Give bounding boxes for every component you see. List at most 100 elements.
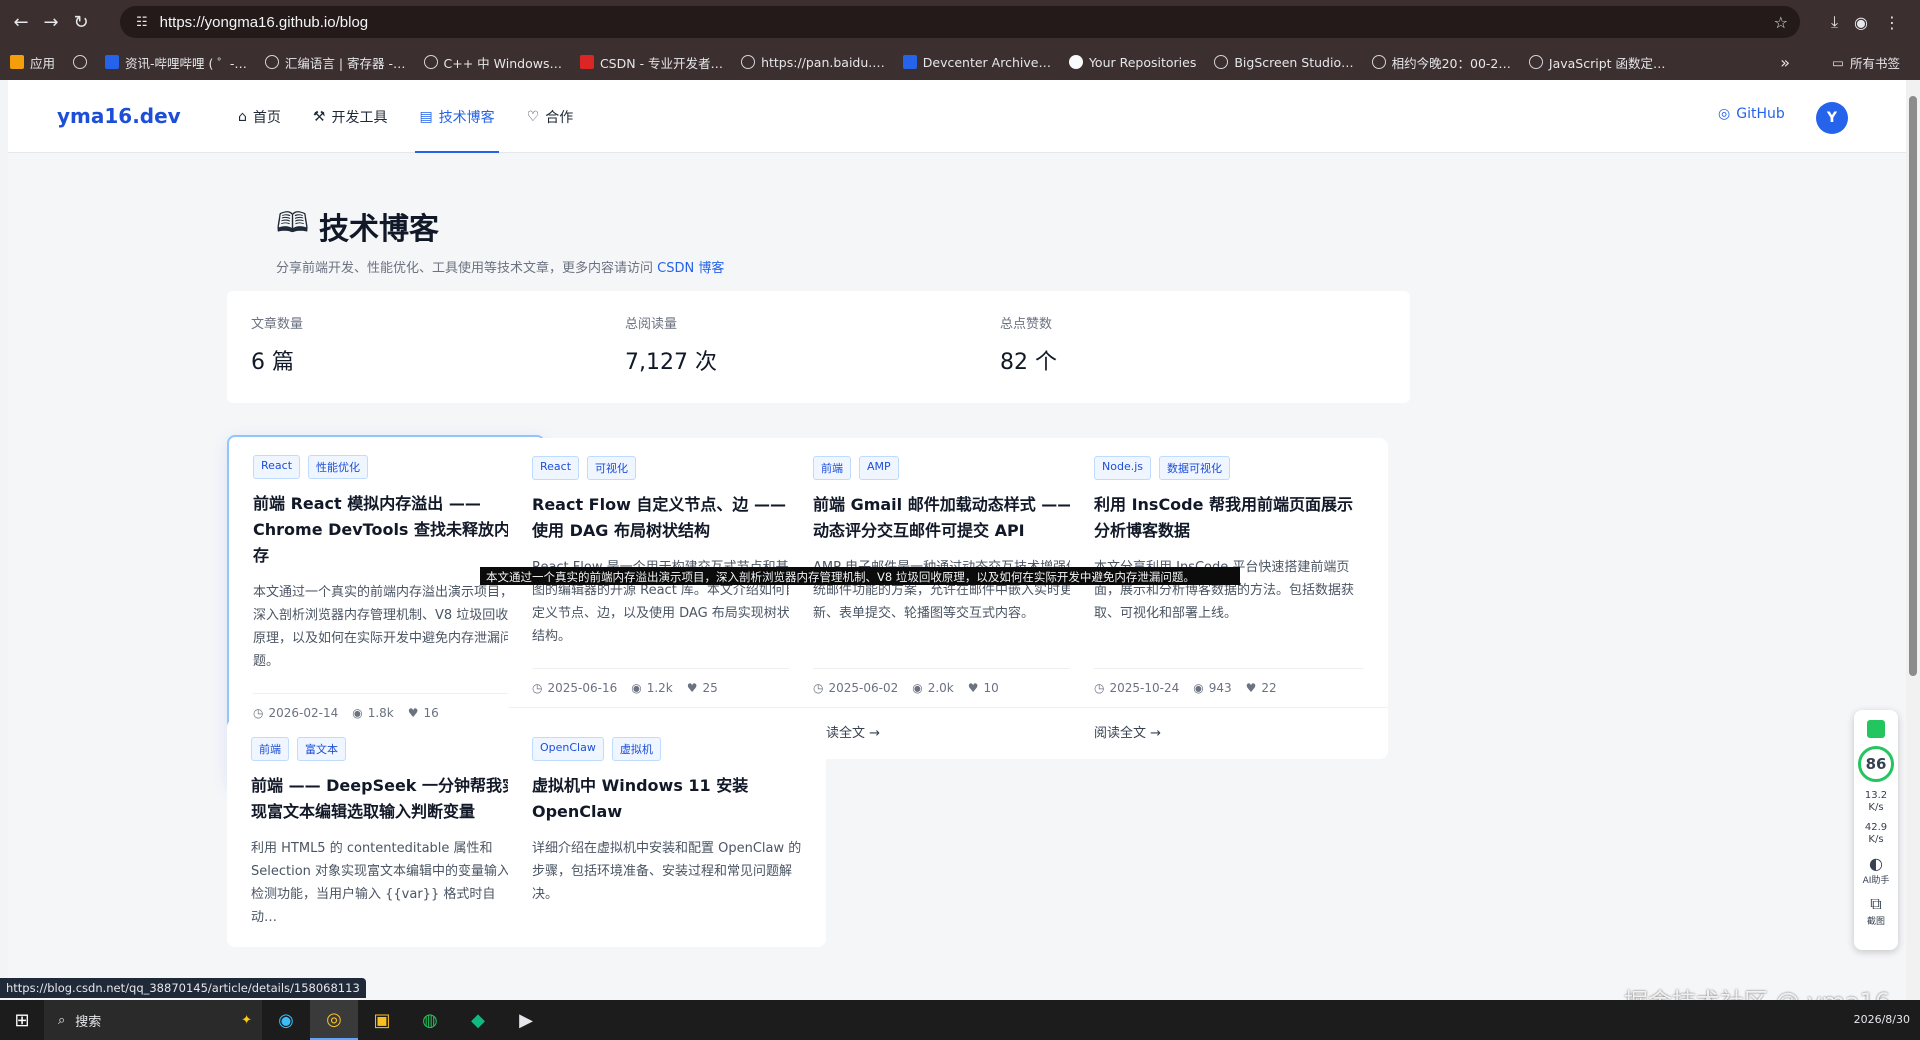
- github-link[interactable]: ◎ GitHub: [1718, 106, 1785, 122]
- tag-list: Node.js 数据可视化: [1094, 456, 1364, 480]
- bookmark-item[interactable]: 相约今晚20：00-2…: [1371, 53, 1511, 72]
- nav-item[interactable]: ⌂ 首页: [222, 80, 297, 153]
- reload-icon[interactable]: ↻: [66, 7, 96, 37]
- tag-list: React 性能优化: [253, 455, 519, 479]
- bookmark-item[interactable]: https://pan.baidu.…: [741, 55, 885, 70]
- forward-icon[interactable]: →: [36, 7, 66, 37]
- address-bar[interactable]: ☷ https://yongma16.github.io/blog ☆: [120, 6, 1800, 38]
- green-app-icon[interactable]: ◆: [454, 1000, 502, 1040]
- profile-icon[interactable]: ◉: [1854, 13, 1868, 32]
- chrome-icon[interactable]: ◎: [310, 1000, 358, 1040]
- tag[interactable]: 数据可视化: [1159, 456, 1230, 480]
- edge-icon[interactable]: ◉: [262, 1000, 310, 1040]
- download-speed: 42.9 K/s: [1864, 822, 1888, 845]
- clock-date[interactable]: 2026/8/30: [1854, 1013, 1910, 1027]
- bookmark-star-icon[interactable]: ☆: [1774, 13, 1788, 32]
- sparkle-icon: ✦: [241, 1012, 252, 1028]
- taskbar-search[interactable]: ⌕ 搜索 ✦: [44, 1000, 262, 1040]
- tag-list: 前端 AMP: [813, 456, 1083, 480]
- bookmark-item[interactable]: CSDN - 专业开发者…: [579, 53, 723, 72]
- stat-label: 总阅读量: [625, 317, 678, 332]
- apps-grid-icon: [10, 55, 24, 69]
- views-meta: ◉ 1.8k: [352, 706, 394, 720]
- wechat-icon[interactable]: ◍: [406, 1000, 454, 1040]
- article-card[interactable]: 前端 AMP 前端 Gmail 邮件加载动态样式 —— 动态评分交互邮件可提交 AP…: [789, 438, 1107, 759]
- back-icon[interactable]: ←: [6, 7, 36, 37]
- article-description: 本文通过一个真实的前端内存溢出演示项目，深入剖析浏览器内存管理机制、V8 垃圾回…: [253, 585, 514, 669]
- avatar[interactable]: Y: [1816, 102, 1848, 134]
- all-bookmarks-button[interactable]: ▭ 所有书签: [1832, 53, 1900, 72]
- bookmark-item[interactable]: C++ 中 Windows…: [423, 53, 562, 72]
- nav-item[interactable]: ▤ 技术博客: [403, 80, 510, 153]
- bookmark-item[interactable]: JavaScript 函数定…: [1528, 53, 1666, 72]
- tag[interactable]: 前端: [251, 737, 289, 761]
- read-more-link[interactable]: 阅读全文 →: [1070, 707, 1388, 741]
- nav-item[interactable]: ⚒ 开发工具: [297, 80, 404, 153]
- bookmarks-more-button[interactable]: »: [1780, 53, 1790, 72]
- github-icon: ◎: [1718, 106, 1731, 122]
- menu-icon[interactable]: ⋮: [1884, 13, 1900, 32]
- terminal-app-icon[interactable]: ▶: [502, 1000, 550, 1040]
- tag[interactable]: Node.js: [1094, 456, 1151, 480]
- file-explorer-icon[interactable]: ▣: [358, 1000, 406, 1040]
- nav-label: 首页: [252, 109, 281, 126]
- score-ring: 86: [1858, 746, 1894, 782]
- windows-start-icon[interactable]: ⊞: [0, 1000, 44, 1040]
- bookmark-item[interactable]: 资讯-哔哩哔哩 ( ゜-…: [105, 53, 247, 72]
- tag[interactable]: 虚拟机: [611, 737, 661, 761]
- tag[interactable]: 前端: [813, 456, 851, 480]
- screenshot-button[interactable]: ⧉ 截图: [1867, 894, 1885, 927]
- bookmark-label: 应用: [30, 55, 56, 71]
- bookmark-item[interactable]: 汇编语言 | 寄存器 -…: [264, 53, 406, 72]
- page-scrollbar[interactable]: [1906, 80, 1920, 1000]
- globe-icon: [1371, 55, 1386, 69]
- clock-icon: ◷: [1094, 681, 1105, 695]
- article-card[interactable]: Node.js数据可视化利用 InsCode 帮我用前端页面展示分析博客数据本文…: [1070, 438, 1388, 759]
- globe-icon: [1214, 55, 1229, 69]
- tag[interactable]: 性能优化: [308, 455, 369, 479]
- article-title[interactable]: React Flow 自定义节点、边 —— 使用 DAG 布局树状结构: [532, 492, 802, 544]
- site-logo[interactable]: yma16.dev: [57, 104, 181, 128]
- clock-icon: ◷: [813, 681, 824, 695]
- tag[interactable]: 可视化: [587, 456, 637, 480]
- stat-card: 总点赞数 82 个: [976, 291, 1410, 403]
- article-card[interactable]: 前端 富文本前端 —— DeepSeek 一分钟帮我实现富文本编辑选取输入判断变量…: [227, 719, 545, 947]
- description-tooltip: 本文通过一个真实的前端内存溢出演示项目，深入剖析浏览器内存管理机制、V8 垃圾回…: [480, 567, 1240, 585]
- article-title[interactable]: 前端 —— DeepSeek 一分钟帮我实现富文本编辑选取输入判断变量: [251, 773, 521, 825]
- scrollbar-thumb[interactable]: [1909, 96, 1917, 676]
- stat-label: 总点赞数: [1000, 317, 1053, 332]
- tag[interactable]: React: [532, 456, 580, 480]
- web-page: yma16.dev ⌂ 首页 ⚒ 开发工具 ▤ 技术博客 ♡ 合作 ◎ GitHub Y 🕮 …: [8, 80, 1906, 1000]
- download-icon[interactable]: ⤓: [1831, 12, 1838, 32]
- page-subtitle: 分享前端开发、性能优化、工具使用等技术文章，更多内容请访问 CSDN 博客: [276, 257, 724, 276]
- article-card[interactable]: OpenClaw 虚拟机 虚拟机中 Windows 11 安装 OpenClaw 详细…: [508, 719, 826, 947]
- system-monitor-widget[interactable]: 86 13.2 K/s 42.9 K/s ◐ AI助手 ⧉ 截图: [1854, 710, 1898, 950]
- tag[interactable]: OpenClaw: [532, 737, 604, 761]
- article-title[interactable]: 前端 Gmail 邮件加载动态样式 —— 动态评分交互邮件可提交 API: [813, 492, 1083, 544]
- article-title[interactable]: 利用 InsCode 帮我用前端页面展示分析博客数据: [1094, 492, 1364, 544]
- date-meta: ◷ 2025-06-02: [813, 681, 899, 695]
- eye-icon: ◉: [352, 706, 363, 720]
- article-card[interactable]: React 可视化 React Flow 自定义节点、边 —— 使用 DAG 布局树…: [508, 438, 826, 759]
- article-title[interactable]: 虚拟机中 Windows 11 安装 OpenClaw: [532, 773, 802, 825]
- ai-assistant-button[interactable]: ◐ AI助手: [1863, 854, 1890, 886]
- csdn-blog-link[interactable]: CSDN 博客: [657, 261, 724, 276]
- folder-icon: ▭: [1832, 54, 1844, 70]
- url-text[interactable]: https://yongma16.github.io/blog: [160, 14, 368, 31]
- tag[interactable]: React: [253, 455, 301, 479]
- arrow-right-icon: →: [869, 726, 881, 741]
- tag[interactable]: AMP: [859, 456, 899, 480]
- date-meta: ◷ 2025-10-24: [1094, 681, 1180, 695]
- bookmark-item[interactable]: Your Repositories: [1068, 55, 1196, 70]
- tag[interactable]: 富文本: [297, 737, 346, 761]
- bookmark-item[interactable]: [73, 55, 88, 69]
- bookmark-item[interactable]: Devcenter Archive…: [902, 55, 1051, 70]
- nav-item[interactable]: ♡ 合作: [511, 80, 590, 153]
- article-title[interactable]: 前端 React 模拟内存溢出 —— Chrome DevTools 查找未释放…: [253, 491, 519, 569]
- nav-label: 技术博客: [438, 109, 495, 126]
- site-info-icon[interactable]: ☷: [136, 15, 148, 30]
- bookmark-item[interactable]: BigScreen Studio…: [1214, 55, 1354, 70]
- read-more-link[interactable]: 阅读全文 →: [789, 707, 1107, 741]
- bookmark-item[interactable]: 应用: [10, 53, 55, 72]
- page-title: 技术博客: [319, 212, 440, 247]
